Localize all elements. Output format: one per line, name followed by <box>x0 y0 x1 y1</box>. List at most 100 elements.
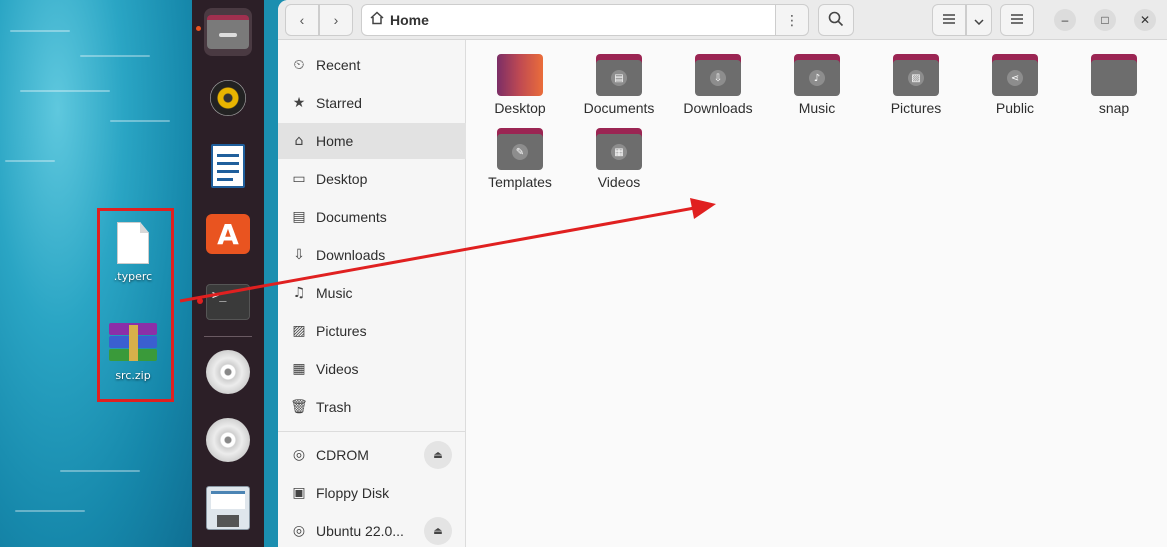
sidebar-item-label: Pictures <box>316 323 367 339</box>
sidebar: ⏲ Recent ★ Starred ⌂ Home ▭ Desktop ▤ Documen… <box>278 40 466 547</box>
terminal-icon[interactable]: >_ <box>204 278 252 326</box>
sidebar-item-desktop[interactable]: ▭ Desktop <box>278 161 466 197</box>
download-icon: ⇩ <box>293 247 305 263</box>
folder-label: Desktop <box>494 100 546 116</box>
search-icon <box>828 11 844 30</box>
folder-templates[interactable]: ✎ Templates <box>474 128 566 190</box>
sidebar-item-pictures[interactable]: ▨ Pictures <box>278 313 466 349</box>
sidebar-item-ubuntu[interactable]: ◎ Ubuntu 22.0... ⏏ <box>278 513 466 547</box>
videos-folder-icon: ▦ <box>596 128 642 170</box>
sidebar-item-starred[interactable]: ★ Starred <box>278 85 466 121</box>
sidebar-item-cdrom[interactable]: ◎ CDROM ⏏ <box>278 437 466 473</box>
view-list-button[interactable] <box>932 4 966 36</box>
folder-label: Pictures <box>890 100 942 116</box>
path-menu-button[interactable]: ⋮ <box>775 4 809 36</box>
active-indicator <box>196 26 201 31</box>
star-icon: ★ <box>292 95 306 111</box>
pictures-folder-icon: ▨ <box>893 54 939 96</box>
dock-separator <box>204 336 252 337</box>
sidebar-item-label: Music <box>316 285 353 301</box>
forward-icon: › <box>333 12 339 28</box>
rhythmbox-icon[interactable] <box>204 74 252 122</box>
path-bar[interactable]: Home <box>361 4 807 36</box>
sidebar-item-label: Desktop <box>316 171 368 187</box>
sidebar-item-label: Documents <box>316 209 387 225</box>
sidebar-item-floppy[interactable]: ▣ Floppy Disk <box>278 475 466 511</box>
disc-icon: ◎ <box>292 523 306 539</box>
folder-downloads[interactable]: ⇩ Downloads <box>672 54 764 116</box>
chevron-down-icon <box>974 12 984 28</box>
snap-folder-icon <box>1091 54 1137 96</box>
public-folder-icon: ⋖ <box>992 54 1038 96</box>
folder-pictures[interactable]: ▨ Pictures <box>870 54 962 116</box>
sidebar-item-label: Floppy Disk <box>316 485 390 501</box>
documents-folder-icon: ▤ <box>596 54 642 96</box>
sidebar-item-documents[interactable]: ▤ Documents <box>278 199 466 235</box>
video-icon: ▦ <box>292 361 306 377</box>
folder-documents[interactable]: ▤ Documents <box>573 54 665 116</box>
minimize-button[interactable]: – <box>1054 9 1076 31</box>
back-button[interactable]: ‹ <box>285 4 319 36</box>
sidebar-item-label: Videos <box>316 361 359 377</box>
maximize-icon: □ <box>1101 13 1109 27</box>
music-icon: ♫ <box>292 285 306 301</box>
sidebar-item-home[interactable]: ⌂ Home <box>278 123 466 159</box>
save-icon[interactable] <box>204 484 252 532</box>
sidebar-item-label: CDROM <box>316 447 369 463</box>
eject-button[interactable]: ⏏ <box>424 517 452 545</box>
disc-icon: ◎ <box>292 447 306 463</box>
search-button[interactable] <box>818 4 854 36</box>
header-bar: ‹ › Home ⋮ – □ ✕ <box>278 0 1167 40</box>
sidebar-item-label: Recent <box>316 57 361 73</box>
folder-music[interactable]: ♪ Music <box>771 54 863 116</box>
close-button[interactable]: ✕ <box>1134 9 1156 31</box>
music-folder-icon: ♪ <box>794 54 840 96</box>
sidebar-item-videos[interactable]: ▦ Videos <box>278 351 466 387</box>
sidebar-item-label: Home <box>316 133 354 149</box>
app-center-icon[interactable]: A <box>204 210 252 258</box>
minimize-icon: – <box>1061 13 1069 27</box>
folder-label: Public <box>995 100 1035 116</box>
files-icon[interactable] <box>204 8 252 56</box>
main-menu-button[interactable] <box>1000 4 1034 36</box>
sidebar-item-label: Trash <box>316 399 352 415</box>
hamburger-menu-icon <box>1010 12 1024 28</box>
sidebar-item-label: Starred <box>316 95 362 111</box>
dock: A >_ <box>192 0 264 547</box>
folder-label: Downloads <box>683 100 753 116</box>
templates-folder-icon: ✎ <box>497 128 543 170</box>
file-grid: Desktop ▤ Documents ⇩ Downloads ♪ Music … <box>467 40 1167 547</box>
folder-label: Videos <box>597 174 641 190</box>
view-options-button[interactable] <box>966 4 992 36</box>
folder-snap[interactable]: snap <box>1068 54 1160 116</box>
folder-label: Templates <box>488 174 552 190</box>
close-icon: ✕ <box>1139 13 1151 27</box>
libreoffice-writer-icon[interactable] <box>204 142 252 190</box>
trash-icon: 🗑 <box>290 399 308 415</box>
folder-desktop[interactable]: Desktop <box>474 54 566 116</box>
sidebar-item-music[interactable]: ♫ Music <box>278 275 466 311</box>
sidebar-separator <box>278 431 466 432</box>
sidebar-item-recent[interactable]: ⏲ Recent <box>278 47 466 83</box>
home-icon: ⌂ <box>294 133 304 149</box>
folder-videos[interactable]: ▦ Videos <box>573 128 665 190</box>
folder-label: snap <box>1098 100 1130 116</box>
file-manager-window: ‹ › Home ⋮ – □ ✕ ⏲ Recent ★ Starred ⌂ Home … <box>278 0 1167 547</box>
folder-public[interactable]: ⋖ Public <box>969 54 1061 116</box>
desktop-icon: ▭ <box>292 171 306 187</box>
sidebar-item-downloads[interactable]: ⇩ Downloads <box>278 237 466 273</box>
floppy-icon: ▣ <box>292 485 306 501</box>
forward-button[interactable]: › <box>319 4 353 36</box>
disc-icon[interactable] <box>204 348 252 396</box>
maximize-button[interactable]: □ <box>1094 9 1116 31</box>
folder-label: Documents <box>583 100 655 116</box>
disc-icon[interactable] <box>204 416 252 464</box>
clock-icon: ⏲ <box>293 57 305 73</box>
sidebar-item-trash[interactable]: 🗑 Trash <box>278 389 466 425</box>
sidebar-item-label: Downloads <box>316 247 386 263</box>
desktop-folder-icon <box>497 54 543 96</box>
eject-button[interactable]: ⏏ <box>424 441 452 469</box>
list-view-icon <box>942 12 956 28</box>
sidebar-item-label: Ubuntu 22.0... <box>316 523 404 539</box>
home-icon <box>370 10 384 30</box>
